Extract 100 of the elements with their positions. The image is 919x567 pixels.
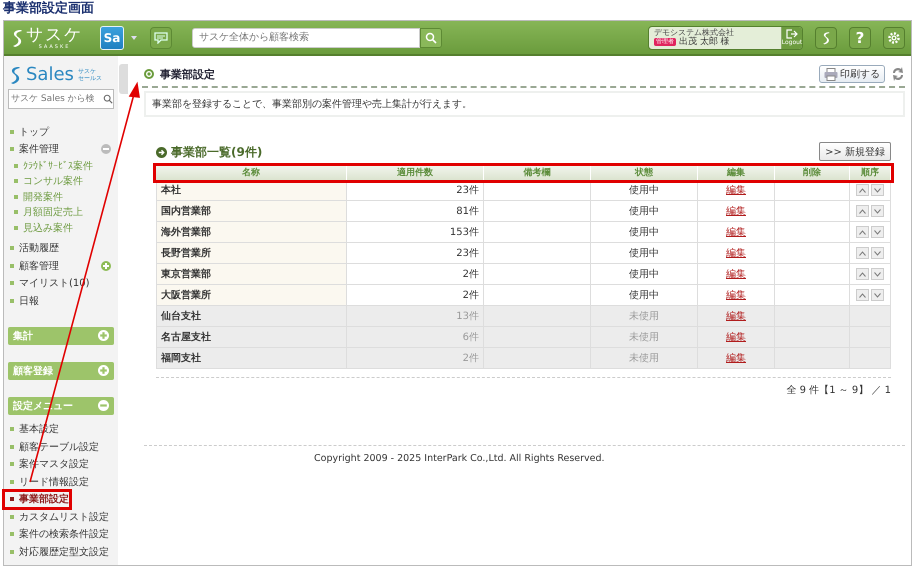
nav-link[interactable]: カスタムリスト設定 [19, 510, 109, 524]
table-cell: 使用中 [591, 264, 698, 285]
table-cell: 81件 [347, 201, 484, 222]
move-up-button[interactable] [856, 184, 869, 196]
bullet-icon [10, 497, 14, 502]
move-down-button[interactable] [871, 226, 884, 238]
move-up-button[interactable] [856, 205, 869, 217]
chevron-down-icon [874, 230, 881, 234]
table-cell: 使用中 [591, 243, 698, 264]
nav-link[interactable]: 活動履歴 [19, 241, 59, 256]
bullet-icon [10, 532, 14, 536]
table-cell: 23件 [347, 180, 484, 201]
edit-link[interactable]: 編集 [726, 204, 746, 218]
table-cell [850, 327, 891, 348]
column-header: 備考欄 [484, 166, 591, 180]
expand-icon[interactable] [101, 260, 111, 271]
column-header: 削除 [775, 166, 850, 180]
chevron-up-icon [859, 292, 866, 298]
chevron-up-icon [859, 250, 866, 256]
move-down-button[interactable] [871, 205, 884, 217]
app-badge[interactable]: Sa [100, 26, 124, 50]
new-register-button[interactable]: >> 新規登録 [819, 142, 891, 161]
move-up-button[interactable] [856, 226, 869, 238]
bullet-icon [14, 194, 18, 199]
edit-link[interactable]: 編集 [726, 288, 746, 302]
refresh-icon[interactable] [891, 66, 905, 82]
settings-icon [887, 30, 901, 44]
column-header: 編集 [698, 166, 775, 180]
edit-link[interactable]: 編集 [726, 183, 746, 197]
move-down-button[interactable] [871, 184, 884, 196]
edit-link[interactable]: 編集 [726, 351, 746, 365]
search-button[interactable] [420, 28, 442, 48]
nav-link[interactable]: 対応履歴定型文設定 [19, 544, 109, 559]
nav-link[interactable]: 案件の検索条件設定 [19, 527, 109, 542]
brand-name: Sales [26, 65, 74, 85]
search-field[interactable]: サスケ全体から顧客検索 [192, 28, 420, 48]
edit-link[interactable]: 編集 [726, 246, 746, 260]
chevron-up-icon [859, 188, 866, 192]
chevron-up-icon [859, 272, 866, 276]
bullet-icon [10, 281, 14, 286]
collapse-handle[interactable] [119, 64, 128, 94]
table-cell: 2件 [347, 264, 484, 285]
bullet-icon [14, 164, 18, 168]
bullet-icon [10, 298, 14, 303]
move-down-button[interactable] [871, 247, 884, 259]
edit-link[interactable]: 編集 [726, 267, 746, 281]
nav-link[interactable]: 日報 [19, 294, 39, 308]
document-title: 事業部設定画面 [2, 0, 95, 18]
chevron-down-icon [874, 272, 881, 276]
copyright-text: Copyright 2009 - 2025 InterPark Co.,Ltd. All Rights Reserved. [314, 453, 605, 464]
table-cell: 使用中 [591, 222, 698, 243]
table-cell: 未使用 [591, 348, 698, 369]
move-up-button[interactable] [856, 289, 869, 301]
table-cell: 福岡支社 [156, 348, 347, 369]
table-cell: 長野営業所 [156, 243, 347, 264]
bullet-icon [144, 69, 154, 79]
table-cell: 未使用 [591, 327, 698, 348]
list-title: 事業部一覧(9件) [171, 144, 262, 161]
caret-icon[interactable] [130, 36, 138, 40]
move-up-button[interactable] [856, 268, 869, 280]
print-button[interactable]: 印刷する [819, 65, 885, 83]
nav-link[interactable]: 顧客テーブル設定 [19, 440, 99, 454]
user-name: 出茂 太郎 様 [679, 36, 730, 48]
nav-link[interactable]: 顧客管理 [19, 258, 59, 273]
chevron-up-icon [859, 230, 866, 234]
nav-link[interactable]: 事業部設定 [19, 492, 69, 506]
column-header: 名称 [156, 166, 347, 180]
sidebar-search-field[interactable]: サスケ Sales から検 [8, 89, 114, 109]
bullet-icon [10, 246, 14, 250]
home-button[interactable] [815, 26, 837, 48]
chevron-up-icon [859, 208, 866, 214]
nav-link[interactable]: トップ [19, 124, 49, 139]
arrow-circle-icon [156, 147, 167, 158]
bullet-icon [14, 179, 18, 184]
logo-text: サスケ [26, 26, 83, 44]
edit-link[interactable]: 編集 [726, 330, 746, 344]
page-title: 事業部設定 [160, 66, 215, 82]
bullet-icon [14, 210, 18, 214]
move-down-button[interactable] [871, 268, 884, 280]
edit-link[interactable]: 編集 [726, 309, 746, 323]
move-up-button[interactable] [856, 247, 869, 259]
bullet-icon [10, 462, 14, 466]
nav-link[interactable]: 案件管理 [19, 142, 59, 156]
column-header: 順序 [850, 166, 891, 180]
bullet-icon [10, 550, 14, 554]
table-cell: 海外営業部 [156, 222, 347, 243]
table-cell: 使用中 [591, 201, 698, 222]
bullet-icon [10, 514, 14, 519]
bullet-icon [10, 427, 14, 432]
move-down-button[interactable] [871, 289, 884, 301]
description-text: 事業部を登録することで、事業部別の案件管理や売上集計が行えます。 [144, 91, 905, 117]
bullet-icon [10, 444, 14, 449]
column-header: 適用件数 [347, 166, 484, 180]
chat-icon [154, 32, 168, 44]
table-cell: 未使用 [591, 306, 698, 327]
edit-link[interactable]: 編集 [726, 225, 746, 239]
table-cell: 6件 [347, 327, 484, 348]
chat-button[interactable] [150, 26, 172, 48]
search-icon [425, 32, 437, 44]
settings-button[interactable] [883, 26, 905, 48]
